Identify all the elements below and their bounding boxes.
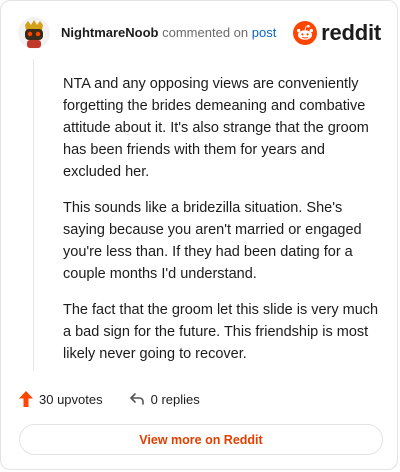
upvote-arrow-icon — [19, 391, 33, 407]
upvote-button[interactable]: 30 upvotes — [19, 391, 103, 407]
reply-arrow-icon — [129, 393, 144, 405]
thread-line — [33, 59, 34, 371]
reply-count: 0 replies — [150, 391, 200, 407]
embedded-comment-card: NightmareNoob commented on post reddit N… — [0, 0, 398, 470]
post-link[interactable]: post — [252, 25, 277, 40]
comment-header: NightmareNoob commented on post reddit — [17, 15, 381, 51]
reddit-wordmark: reddit — [321, 20, 381, 45]
reply-button[interactable]: 0 replies — [129, 392, 200, 407]
comment-verb: commented on — [162, 25, 249, 40]
comment-paragraph: This sounds like a bridezilla situation.… — [63, 200, 362, 282]
comment-actions: 30 upvotes 0 replies — [19, 389, 200, 409]
comment-paragraph: NTA and any opposing views are convenien… — [63, 76, 369, 180]
reddit-logo-icon — [293, 21, 318, 45]
author-name[interactable]: NightmareNoob — [61, 25, 159, 40]
comment-meta: NightmareNoob commented on post — [61, 25, 276, 41]
upvote-count: 30 upvotes — [39, 391, 103, 407]
avatar[interactable] — [17, 16, 51, 50]
reddit-brand[interactable]: reddit — [293, 20, 381, 46]
comment-body: NTA and any opposing views are convenien… — [63, 73, 381, 379]
view-more-button[interactable]: View more on Reddit — [19, 424, 383, 455]
comment-paragraph: The fact that the groom let this slide i… — [63, 302, 379, 362]
